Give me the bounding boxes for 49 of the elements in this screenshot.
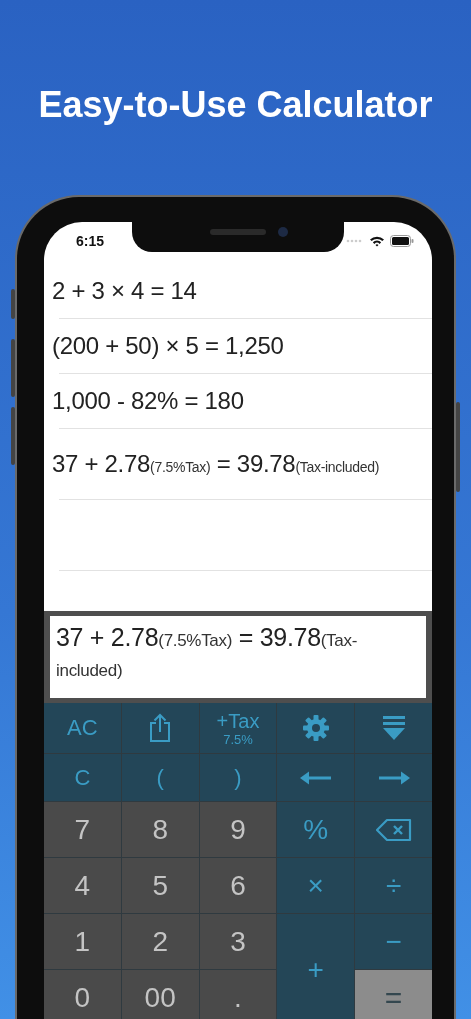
tax-rate: 7.5% — [223, 732, 253, 746]
backspace-key[interactable] — [355, 802, 432, 857]
calculator-key[interactable]: + — [277, 914, 355, 1019]
history-expression[interactable]: 1,000 - 82% = 180 — [52, 387, 244, 415]
calculator-key[interactable]: . — [199, 970, 277, 1019]
collapse-key[interactable] — [355, 703, 432, 753]
settings-icon — [301, 714, 330, 742]
calculator-key[interactable]: = — [355, 970, 432, 1019]
calculator-key[interactable]: 4 — [44, 858, 121, 913]
right-arrow-key[interactable] — [355, 754, 432, 801]
signal-icon — [346, 239, 362, 243]
headline: Easy-to-Use Calculator — [37, 83, 434, 126]
calculator-key[interactable]: 0 — [44, 970, 121, 1019]
calculator-key[interactable]: 8 — [121, 802, 199, 857]
calculator-key[interactable]: 3 — [199, 914, 277, 969]
share-key[interactable] — [121, 703, 199, 753]
status-time: 6:15 — [76, 233, 105, 249]
calculator-key[interactable]: C — [44, 754, 121, 801]
calculator-key[interactable]: 6 — [199, 858, 277, 913]
camera-dot — [278, 227, 288, 237]
left-arrow-icon — [299, 770, 332, 785]
collapse-icon — [381, 715, 406, 741]
history-expression[interactable]: (200 + 50) × 5 = 1,250 — [52, 332, 284, 360]
calculator-key[interactable]: ) — [199, 754, 277, 801]
left-arrow-key[interactable] — [277, 754, 355, 801]
calculator-key[interactable]: − — [355, 914, 432, 969]
calculator-key[interactable]: 5 — [121, 858, 199, 913]
calculator-key[interactable]: 7 — [44, 802, 121, 857]
calculator-key[interactable]: 1 — [44, 914, 121, 969]
calculator-key[interactable]: × — [277, 858, 355, 913]
calculator-key[interactable]: ÷ — [355, 858, 432, 913]
calculator-key[interactable]: 00 — [121, 970, 199, 1019]
battery-icon — [390, 235, 414, 247]
history-expression[interactable]: 2 + 3 × 4 = 14 — [52, 277, 197, 305]
wifi-icon — [369, 235, 385, 247]
right-arrow-icon — [377, 770, 410, 785]
calculator-key[interactable]: 9 — [199, 802, 277, 857]
backspace-icon — [375, 817, 412, 842]
history-expression[interactable]: 37 + 2.78(7.5%Tax) = 39.78(Tax-included) — [52, 450, 380, 478]
result-display: 37 + 2.78(7.5%Tax) = 39.78(Tax-included) — [50, 616, 426, 698]
calculator-key[interactable]: % — [277, 802, 355, 857]
calculator-key[interactable]: ( — [121, 754, 199, 801]
settings-key[interactable] — [277, 703, 355, 753]
share-icon — [149, 713, 172, 743]
speaker-grille — [210, 229, 266, 235]
calculator-key[interactable]: AC — [44, 703, 121, 753]
calculator-key[interactable]: 2 — [121, 914, 199, 969]
calculator-key[interactable]: +Tax 7.5% — [199, 703, 277, 753]
key-label: +Tax — [216, 710, 260, 731]
